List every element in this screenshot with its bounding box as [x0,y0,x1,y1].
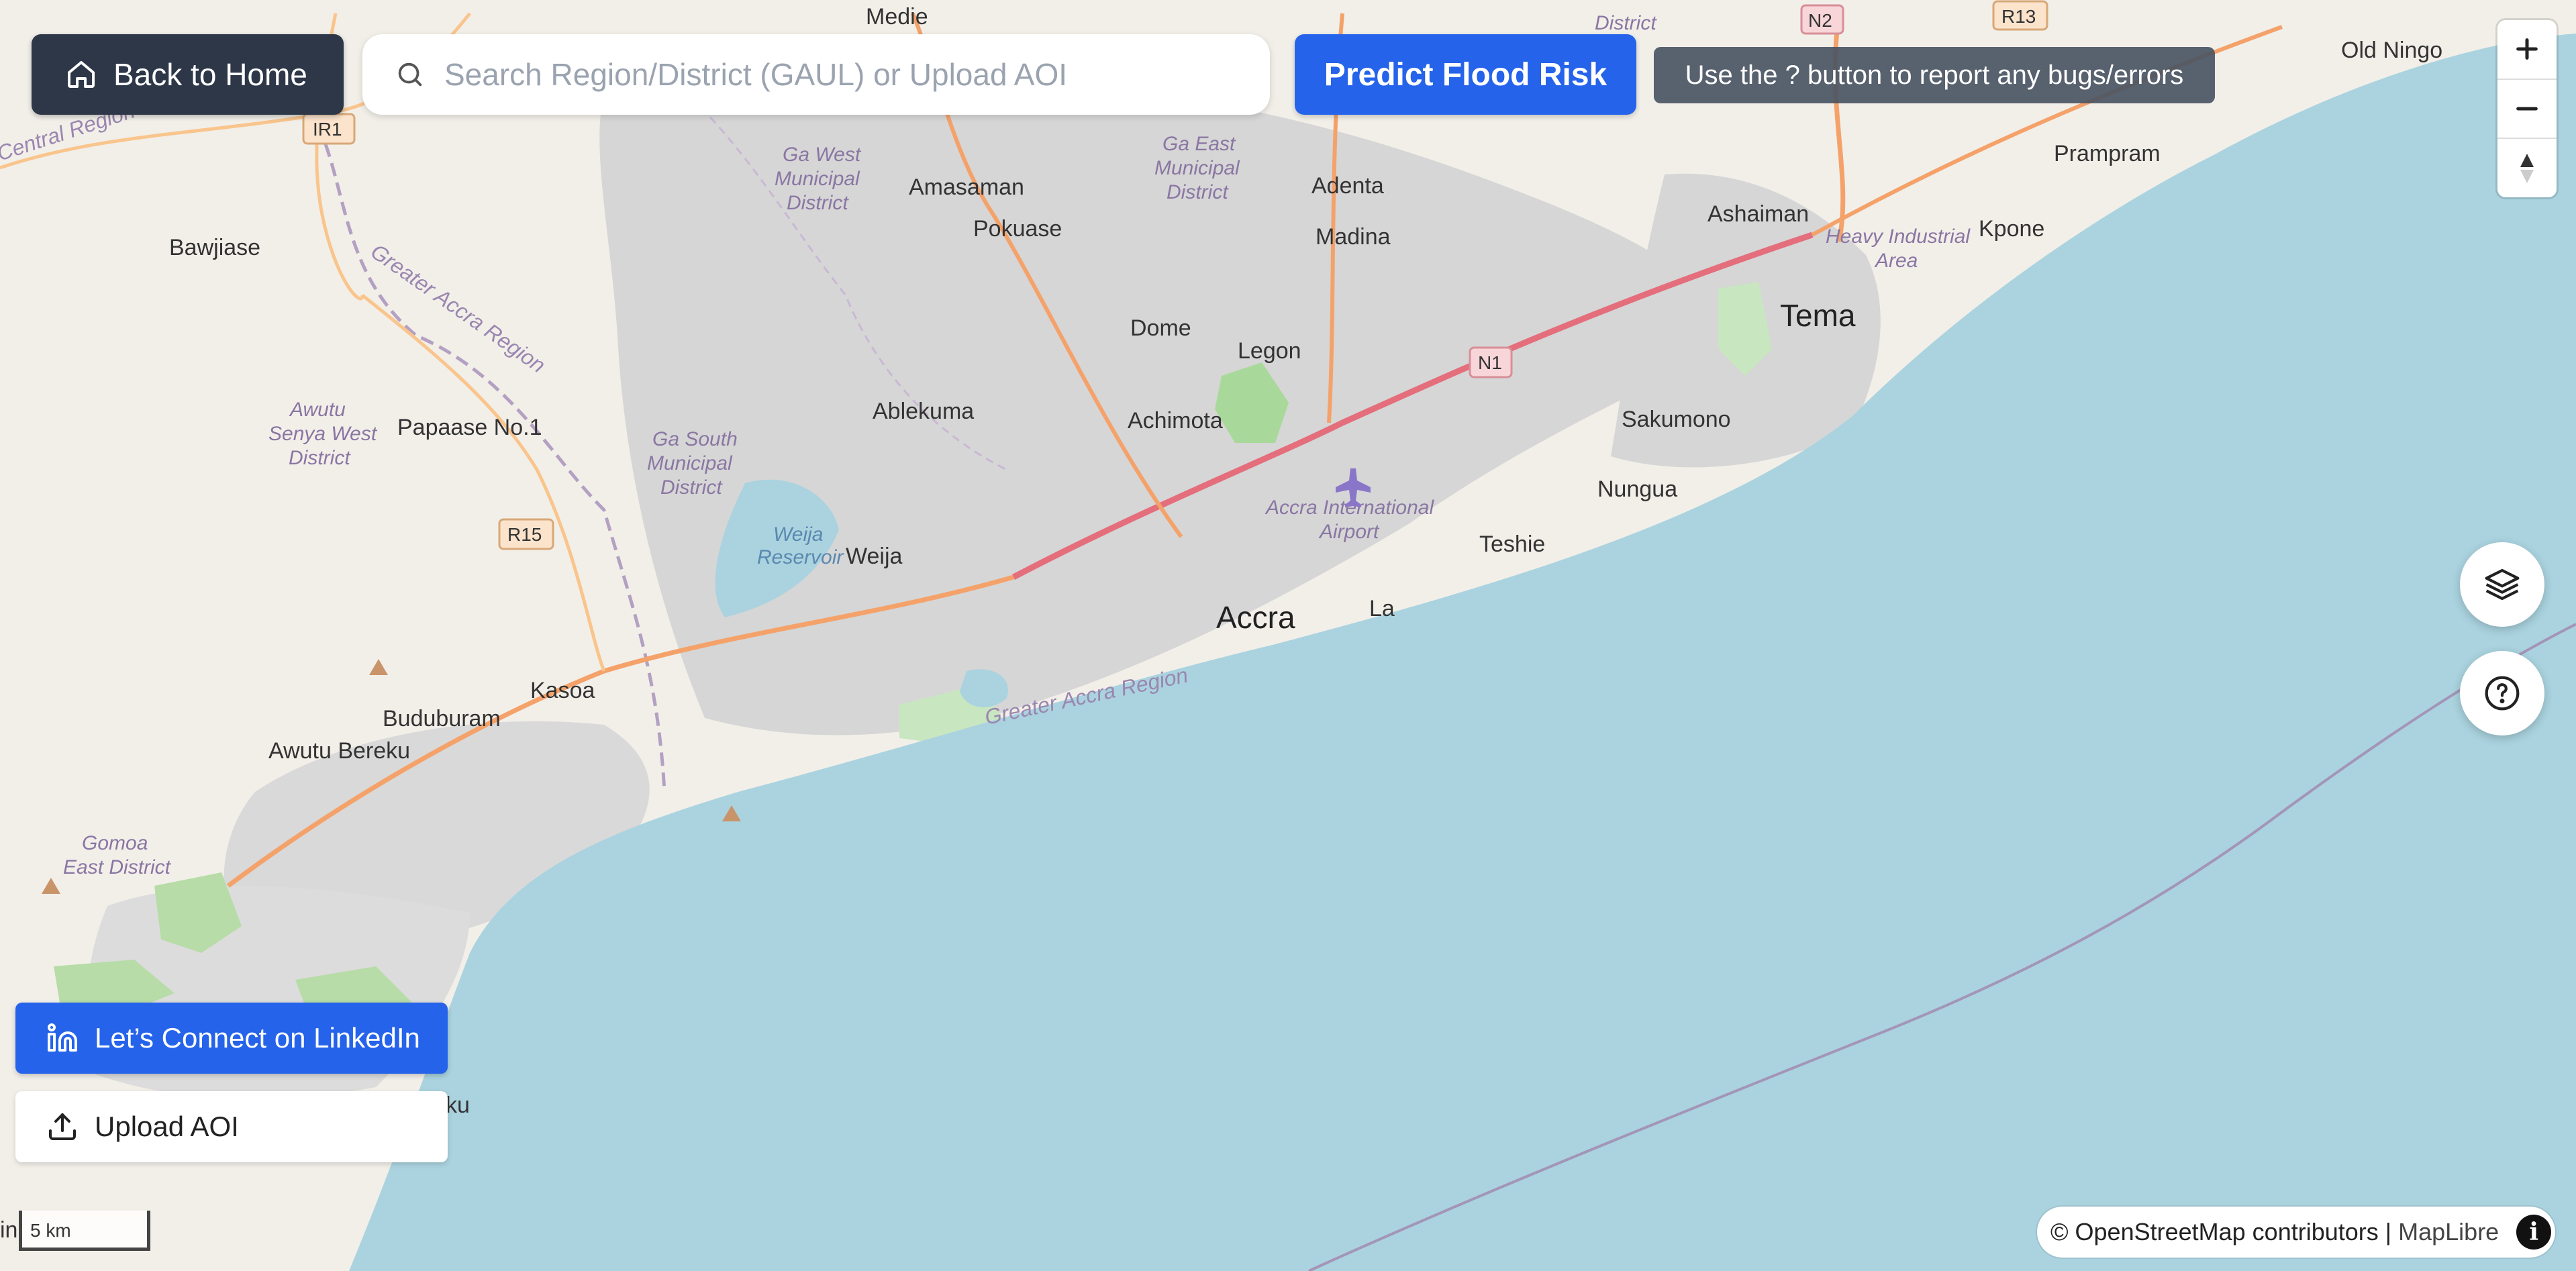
shield-ir1: IR1 [302,113,356,145]
area-label-airport-1: Accra International [1265,497,1434,519]
district-label-ga-west-2: Municipal [775,168,860,190]
back-to-home-button[interactable]: Back to Home [32,34,344,115]
district-label-ga-west-1: Ga West [783,144,862,166]
place-label-pokuase: Pokuase [973,216,1062,242]
shield-r15: R15 [498,518,554,550]
search-box[interactable] [362,34,1270,115]
area-label-airport-2: Airport [1318,521,1380,543]
zoom-in-button[interactable] [2497,20,2557,80]
linkedin-icon [48,1023,77,1052]
district-label-ga-east-1: Ga East [1162,133,1236,155]
place-label-ashaiman: Ashaiman [1707,201,1809,227]
search-input[interactable] [443,56,1270,93]
place-label-buduburam: Buduburam [383,706,501,731]
place-label-nungua: Nungua [1597,476,1677,502]
district-label-awutu-senya-3: District [289,447,351,469]
place-label-papaase: Papaase No.1 [397,415,542,440]
shield-n1: N1 [1469,346,1513,378]
place-label-legon: Legon [1238,338,1301,364]
place-label-awutu-bereku: Awutu Bereku [268,738,410,764]
place-label-bawjiase: Bawjiase [169,235,260,260]
linkedin-button[interactable]: Let’s Connect on LinkedIn [15,1003,448,1074]
shield-n2: N2 [1800,4,1844,35]
place-label-adenta: Adenta [1311,173,1384,199]
place-label-ku: ku [446,1092,470,1118]
water-label-weija-1: Weija [773,523,823,546]
home-icon [68,61,95,88]
place-label-madina: Madina [1316,224,1391,250]
place-label-kpone: Kpone [1979,216,2044,242]
place-label-prampram: Prampram [2054,141,2161,166]
minus-icon [2516,107,2538,111]
svg-text:IR1: IR1 [313,119,342,140]
linkedin-label: Let’s Connect on LinkedIn [95,1022,420,1054]
layers-button[interactable] [2460,542,2544,627]
help-button[interactable] [2460,651,2544,735]
upload-aoi-label: Upload AOI [95,1111,239,1142]
attribution: © OpenStreetMap contributors | MapLibre … [2037,1207,2555,1258]
predict-flood-risk-button[interactable]: Predict Flood Risk [1295,34,1636,115]
compass-button[interactable] [2497,139,2557,197]
district-label-ga-south-2: Municipal [647,452,733,474]
zoom-controls [2497,20,2557,197]
attribution-separator: | [2385,1218,2392,1245]
place-label-accra: Accra [1216,600,1295,635]
search-icon [398,62,422,87]
help-icon [2485,676,2520,711]
bug-report-notice: Use the ? button to report any bugs/erro… [1654,47,2215,103]
district-label-awutu-senya-2: Senya West [268,423,378,445]
basemap[interactable]: Medie Amasaman Pokuase Adenta Madina Dom… [0,0,2576,1271]
svg-text:N2: N2 [1808,10,1832,31]
osm-attribution-link[interactable]: © OpenStreetMap contributors [2050,1218,2379,1246]
place-label-tema: Tema [1780,298,1856,333]
district-label-district-top: District [1595,12,1657,34]
upload-icon [49,1113,76,1140]
district-label-gomoa-2: East District [63,856,172,878]
maplibre-link[interactable]: MapLibre [2398,1218,2499,1246]
back-to-home-label: Back to Home [113,57,307,92]
place-label-amasaman: Amasaman [909,174,1024,200]
place-label-achimota: Achimota [1128,408,1223,434]
place-label-la: La [1369,596,1395,621]
predict-flood-risk-label: Predict Flood Risk [1324,56,1607,93]
district-label-ga-east-2: Municipal [1154,157,1240,179]
water-label-weija-2: Reservoir [757,546,844,568]
upload-aoi-button[interactable]: Upload AOI [15,1091,448,1162]
bug-report-notice-text: Use the ? button to report any bugs/erro… [1685,60,2184,90]
place-label-old-ningo: Old Ningo [2341,38,2442,63]
place-label-medie: Medie [866,4,928,30]
district-label-gomoa-1: Gomoa [82,832,148,854]
layers-icon [2485,568,2520,601]
place-label-teshie: Teshie [1479,531,1545,557]
shield-r13: R13 [1992,0,2048,31]
place-label-dome: Dome [1130,315,1191,341]
info-icon[interactable]: i [2516,1215,2552,1250]
district-label-ga-south-3: District [660,476,723,499]
district-label-awutu-senya-1: Awutu [289,399,346,421]
place-label-in: in [0,1217,17,1243]
district-label-ga-west-3: District [787,192,849,214]
svg-text:R13: R13 [2001,6,2036,27]
compass-icon [2520,153,2534,183]
district-label-ga-east-3: District [1167,181,1229,203]
svg-text:N1: N1 [1478,352,1502,373]
scale-bar-label: 5 km [30,1220,71,1241]
place-label-ablekuma: Ablekuma [873,399,974,424]
zoom-out-button[interactable] [2497,80,2557,140]
area-label-heavy-industrial-2: Area [1874,250,1918,272]
place-label-weija: Weija [846,544,902,569]
plus-icon [2516,38,2538,60]
scale-bar: 5 km [19,1211,150,1251]
svg-text:R15: R15 [507,524,542,545]
district-label-ga-south-1: Ga South [652,428,738,450]
area-label-heavy-industrial-1: Heavy Industrial [1826,225,1971,248]
place-label-sakumono: Sakumono [1622,407,1731,432]
place-label-kasoa: Kasoa [530,678,595,703]
